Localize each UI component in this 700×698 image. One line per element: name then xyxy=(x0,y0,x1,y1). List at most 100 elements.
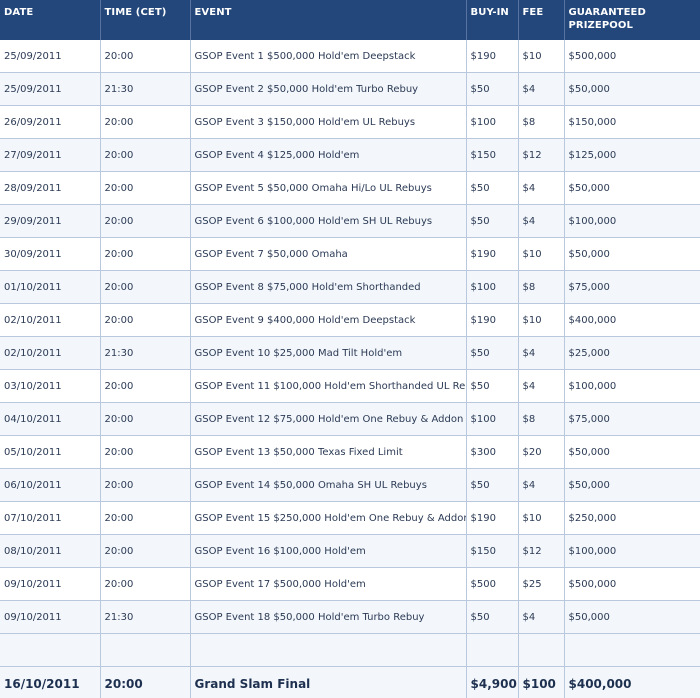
cell-prizepool: $75,000 xyxy=(564,271,700,304)
cell-fee: $4 xyxy=(518,73,564,106)
table-row: 09/10/201120:00GSOP Event 17 $500,000 Ho… xyxy=(0,568,700,601)
cell-buy-in: $500 xyxy=(466,568,518,601)
table-row: 30/09/201120:00GSOP Event 7 $50,000 Omah… xyxy=(0,238,700,271)
cell-time: 21:30 xyxy=(100,337,190,370)
cell-event: GSOP Event 15 $250,000 Hold'em One Rebuy… xyxy=(190,502,466,535)
cell-fee: $25 xyxy=(518,568,564,601)
table-row: 02/10/201120:00GSOP Event 9 $400,000 Hol… xyxy=(0,304,700,337)
cell-time: 21:30 xyxy=(100,73,190,106)
cell-date: 02/10/2011 xyxy=(0,304,100,337)
header-event: EVENT xyxy=(190,0,466,40)
cell-fee: $4 xyxy=(518,205,564,238)
cell-fee: $12 xyxy=(518,535,564,568)
cell-date: 08/10/2011 xyxy=(0,535,100,568)
schedule-body: 25/09/201120:00GSOP Event 1 $500,000 Hol… xyxy=(0,40,700,634)
cell-prizepool: $100,000 xyxy=(564,205,700,238)
tournament-schedule-table: DATE TIME (CET) EVENT BUY-IN FEE GUARANT… xyxy=(0,0,700,698)
cell-time: 20:00 xyxy=(100,106,190,139)
cell-fee: $20 xyxy=(518,436,564,469)
cell-event: GSOP Event 17 $500,000 Hold'em xyxy=(190,568,466,601)
cell-date: 04/10/2011 xyxy=(0,403,100,436)
cell-event: GSOP Event 5 $50,000 Omaha Hi/Lo UL Rebu… xyxy=(190,172,466,205)
cell-event: GSOP Event 11 $100,000 Hold'em Shorthand… xyxy=(190,370,466,403)
cell-fee: $12 xyxy=(518,139,564,172)
table-row: 06/10/201120:00GSOP Event 14 $50,000 Oma… xyxy=(0,469,700,502)
table-row: 08/10/201120:00GSOP Event 16 $100,000 Ho… xyxy=(0,535,700,568)
spacer-cell xyxy=(0,634,100,667)
cell-time: 20:00 xyxy=(100,172,190,205)
table-row: 01/10/201120:00GSOP Event 8 $75,000 Hold… xyxy=(0,271,700,304)
cell-buy-in: $50 xyxy=(466,337,518,370)
cell-event: GSOP Event 14 $50,000 Omaha SH UL Rebuys xyxy=(190,469,466,502)
cell-event: GSOP Event 13 $50,000 Texas Fixed Limit xyxy=(190,436,466,469)
cell-event: GSOP Event 4 $125,000 Hold'em xyxy=(190,139,466,172)
table-row: 02/10/201121:30GSOP Event 10 $25,000 Mad… xyxy=(0,337,700,370)
cell-date: 03/10/2011 xyxy=(0,370,100,403)
cell-date: 06/10/2011 xyxy=(0,469,100,502)
cell-fee: $4 xyxy=(518,172,564,205)
final-event: Grand Slam Final xyxy=(190,667,466,698)
table-row: 29/09/201120:00GSOP Event 6 $100,000 Hol… xyxy=(0,205,700,238)
cell-prizepool: $50,000 xyxy=(564,601,700,634)
spacer-cell xyxy=(564,634,700,667)
cell-date: 26/09/2011 xyxy=(0,106,100,139)
cell-fee: $10 xyxy=(518,502,564,535)
cell-fee: $4 xyxy=(518,337,564,370)
cell-buy-in: $100 xyxy=(466,271,518,304)
cell-buy-in: $150 xyxy=(466,535,518,568)
cell-time: 20:00 xyxy=(100,535,190,568)
cell-prizepool: $50,000 xyxy=(564,238,700,271)
cell-event: GSOP Event 10 $25,000 Mad Tilt Hold'em xyxy=(190,337,466,370)
cell-prizepool: $125,000 xyxy=(564,139,700,172)
cell-prizepool: $150,000 xyxy=(564,106,700,139)
cell-buy-in: $190 xyxy=(466,304,518,337)
cell-buy-in: $100 xyxy=(466,403,518,436)
cell-buy-in: $50 xyxy=(466,370,518,403)
cell-buy-in: $190 xyxy=(466,502,518,535)
cell-event: GSOP Event 16 $100,000 Hold'em xyxy=(190,535,466,568)
cell-event: GSOP Event 3 $150,000 Hold'em UL Rebuys xyxy=(190,106,466,139)
header-guaranteed-prizepool: GUARANTEED PRIZEPOOL xyxy=(564,0,700,40)
cell-time: 20:00 xyxy=(100,370,190,403)
cell-fee: $8 xyxy=(518,271,564,304)
spacer-row xyxy=(0,634,700,667)
cell-event: GSOP Event 8 $75,000 Hold'em Shorthanded xyxy=(190,271,466,304)
cell-fee: $8 xyxy=(518,403,564,436)
cell-buy-in: $50 xyxy=(466,469,518,502)
table-row: 07/10/201120:00GSOP Event 15 $250,000 Ho… xyxy=(0,502,700,535)
cell-prizepool: $25,000 xyxy=(564,337,700,370)
cell-prizepool: $50,000 xyxy=(564,73,700,106)
cell-event: GSOP Event 18 $50,000 Hold'em Turbo Rebu… xyxy=(190,601,466,634)
cell-time: 20:00 xyxy=(100,205,190,238)
spacer-cell xyxy=(518,634,564,667)
cell-prizepool: $500,000 xyxy=(564,568,700,601)
cell-buy-in: $50 xyxy=(466,172,518,205)
cell-time: 20:00 xyxy=(100,40,190,73)
cell-time: 20:00 xyxy=(100,436,190,469)
cell-fee: $10 xyxy=(518,304,564,337)
header-fee: FEE xyxy=(518,0,564,40)
cell-prizepool: $50,000 xyxy=(564,436,700,469)
cell-time: 21:30 xyxy=(100,601,190,634)
cell-time: 20:00 xyxy=(100,403,190,436)
cell-date: 27/09/2011 xyxy=(0,139,100,172)
header-date: DATE xyxy=(0,0,100,40)
cell-date: 09/10/2011 xyxy=(0,568,100,601)
cell-time: 20:00 xyxy=(100,502,190,535)
spacer-cell xyxy=(100,634,190,667)
cell-prizepool: $500,000 xyxy=(564,40,700,73)
final-time: 20:00 xyxy=(100,667,190,698)
cell-time: 20:00 xyxy=(100,568,190,601)
final-prizepool: $400,000 xyxy=(564,667,700,698)
cell-buy-in: $100 xyxy=(466,106,518,139)
cell-event: GSOP Event 9 $400,000 Hold'em Deepstack xyxy=(190,304,466,337)
table-row: 28/09/201120:00GSOP Event 5 $50,000 Omah… xyxy=(0,172,700,205)
table-row: 04/10/201120:00GSOP Event 12 $75,000 Hol… xyxy=(0,403,700,436)
cell-fee: $10 xyxy=(518,40,564,73)
table-row: 09/10/201121:30GSOP Event 18 $50,000 Hol… xyxy=(0,601,700,634)
cell-buy-in: $50 xyxy=(466,205,518,238)
table-row: 27/09/201120:00GSOP Event 4 $125,000 Hol… xyxy=(0,139,700,172)
cell-event: GSOP Event 2 $50,000 Hold'em Turbo Rebuy xyxy=(190,73,466,106)
cell-time: 20:00 xyxy=(100,304,190,337)
cell-prizepool: $250,000 xyxy=(564,502,700,535)
